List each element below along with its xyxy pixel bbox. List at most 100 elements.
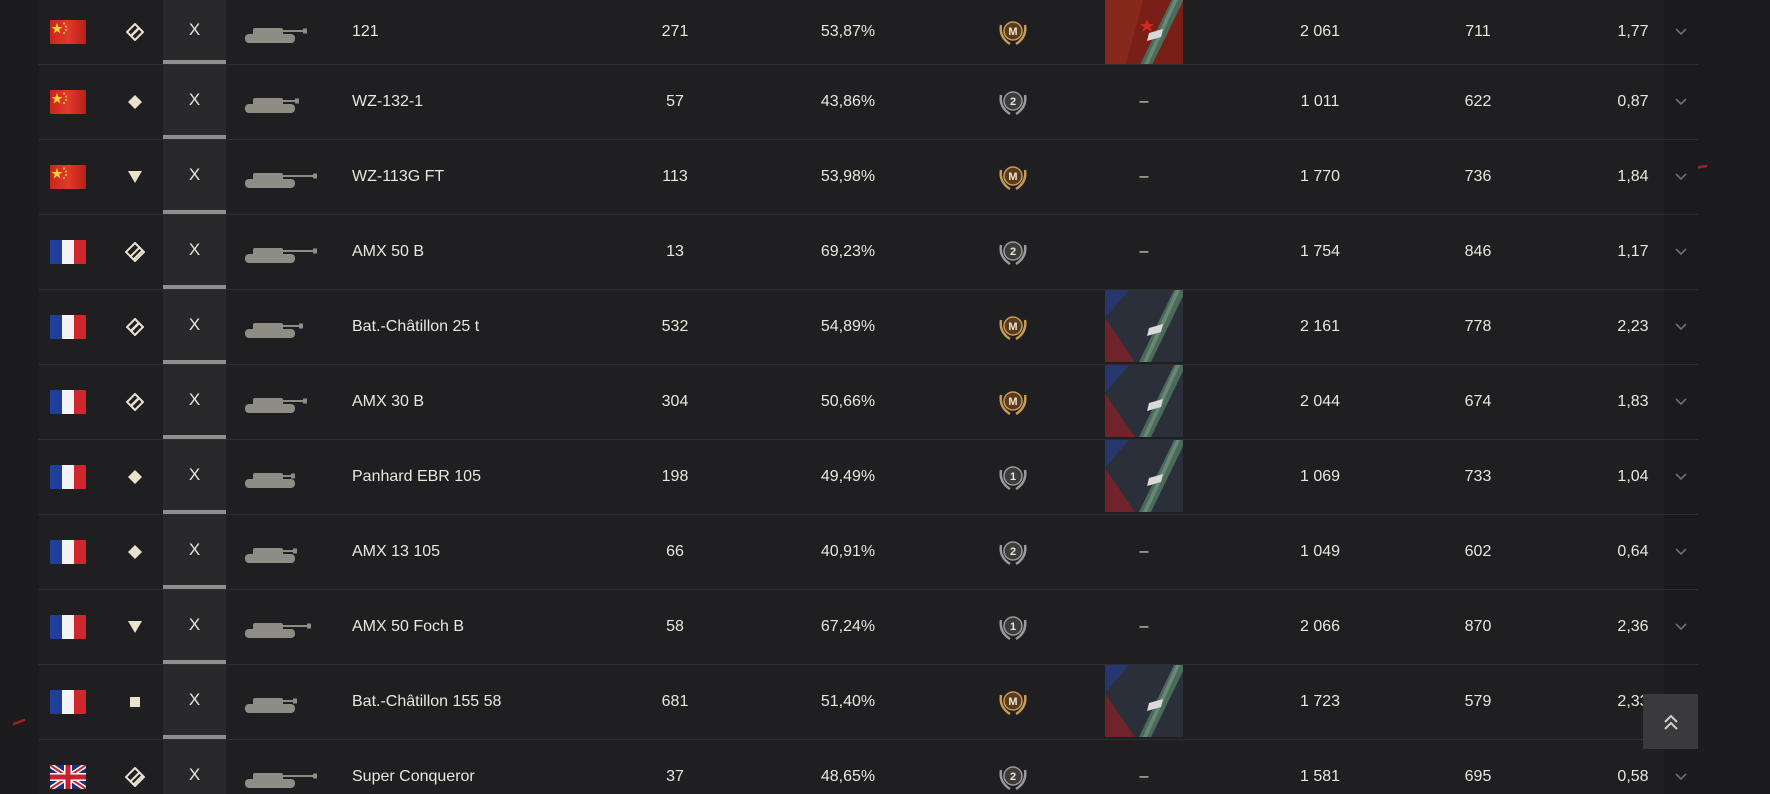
table-row[interactable]: X WZ-132-1 57 43,86% 2 – 1 011 622 0,87: [38, 65, 1698, 140]
chevron-down-icon: [1675, 548, 1687, 556]
win-rate: 49,49%: [820, 468, 876, 485]
camo-cell: [1104, 365, 1184, 439]
mastery-badge-icon: 2: [988, 65, 1038, 139]
table-row[interactable]: X WZ-113G FT 113 53,98% M – 1 770 736 1,84: [38, 140, 1698, 215]
mastery-badge-icon: M: [988, 665, 1038, 739]
camo-cell: –: [1104, 590, 1184, 664]
expand-row-button[interactable]: [1664, 140, 1698, 214]
camo-empty: –: [1139, 618, 1149, 635]
avg-damage: 1 069: [1299, 468, 1341, 485]
table-row[interactable]: X Panhard EBR 105 198 49,49% 1 1 069 733 1,04: [38, 440, 1698, 515]
kill-ratio: 1,83: [1617, 393, 1649, 410]
camo-cell: [1104, 440, 1184, 514]
flag-icon: [50, 615, 86, 639]
win-rate: 53,87%: [820, 23, 876, 40]
flag-icon: [50, 90, 86, 114]
table-row[interactable]: X 121 271 53,87% M 2 061 711 1,77: [38, 0, 1698, 65]
mastery-badge-icon: M: [988, 140, 1038, 214]
mastery-badge-icon: M: [988, 365, 1038, 439]
avg-xp: 846: [1464, 243, 1492, 260]
vehicle-name: AMX 30 B: [352, 393, 425, 410]
chevron-down-icon: [1675, 398, 1687, 406]
tier-label: X: [163, 515, 226, 589]
vehicle-table: X 121 271 53,87% M 2 061 711 1,77 X WZ-132-1 57 43,…: [38, 0, 1698, 794]
camo-emblem-icon: [1105, 440, 1184, 514]
td-icon: [120, 140, 150, 214]
flag-icon: [50, 240, 86, 264]
battles-count: 681: [661, 693, 689, 710]
expand-row-button[interactable]: [1664, 0, 1698, 64]
avg-damage: 2 044: [1299, 393, 1341, 410]
light-tank-icon: [120, 515, 150, 589]
nation-flag: [50, 215, 86, 289]
camo-cell: –: [1104, 215, 1184, 289]
heavy-tank-icon: [120, 740, 150, 794]
tier-label: X: [163, 215, 226, 289]
chevron-down-icon: [1675, 773, 1687, 781]
battles-count: 532: [661, 318, 689, 335]
expand-row-button[interactable]: [1664, 290, 1698, 364]
svg-text:2: 2: [1010, 96, 1016, 108]
table-row[interactable]: X AMX 30 B 304 50,66% M 2 044 674 1,83: [38, 365, 1698, 440]
table-row[interactable]: X AMX 13 105 66 40,91% 2 – 1 049 602 0,64: [38, 515, 1698, 590]
win-rate: 51,40%: [820, 693, 876, 710]
nation-flag: [50, 0, 86, 64]
kill-ratio: 0,87: [1617, 93, 1649, 110]
svg-text:2: 2: [1010, 771, 1016, 783]
camo-cell: [1104, 665, 1184, 739]
expand-row-button[interactable]: [1664, 365, 1698, 439]
camo-empty: –: [1139, 168, 1149, 185]
spg-icon: [120, 665, 150, 739]
avg-damage: 1 754: [1299, 243, 1341, 260]
table-row[interactable]: X AMX 50 Foch B 58 67,24% 1 – 2 066 870 2,36: [38, 590, 1698, 665]
mastery-badge-icon: 2: [988, 740, 1038, 794]
expand-row-button[interactable]: [1664, 215, 1698, 289]
svg-text:1: 1: [1010, 471, 1016, 483]
win-rate: 43,86%: [820, 93, 876, 110]
vehicle-name: Bat.-Châtillon 155 58: [352, 693, 502, 710]
tier-label: X: [163, 290, 226, 364]
avg-xp: 622: [1464, 93, 1492, 110]
table-row[interactable]: X Bat.-Châtillon 25 t 532 54,89% M 2 161 778 2,…: [38, 290, 1698, 365]
avg-xp: 674: [1464, 393, 1492, 410]
chevron-down-icon: [1675, 473, 1687, 481]
battles-count: 113: [662, 168, 688, 185]
expand-row-button[interactable]: [1664, 65, 1698, 139]
tank-silhouette-icon: [243, 665, 333, 739]
medium-tank-icon: [120, 290, 150, 364]
medium-tank-icon: [120, 0, 150, 64]
avg-damage: 2 061: [1299, 23, 1341, 40]
table-row[interactable]: X Super Conqueror 37 48,65% 2–1 581 695 0,58: [38, 740, 1698, 794]
nation-flag: [50, 140, 86, 214]
win-rate: 54,89%: [820, 318, 876, 335]
camo-cell: –: [1104, 515, 1184, 589]
win-rate: 48,65%: [820, 768, 876, 785]
win-rate: 50,66%: [820, 393, 876, 410]
kill-ratio: 2,36: [1617, 618, 1649, 635]
svg-text:M: M: [1008, 396, 1017, 408]
tier-label: X: [163, 590, 226, 664]
battles-count: 58: [666, 618, 684, 635]
svg-text:M: M: [1008, 171, 1017, 183]
table-row[interactable]: X AMX 50 B 13 69,23% 2 – 1 754 846 1,17: [38, 215, 1698, 290]
avg-damage: 2 161: [1299, 318, 1341, 335]
double-chevron-up-icon: [1663, 714, 1678, 730]
vehicle-name: AMX 50 B: [352, 243, 425, 260]
table-row[interactable]: X Bat.-Châtillon 155 58 681 51,40% M 1 723 579…: [38, 665, 1698, 740]
expand-row-button[interactable]: [1664, 440, 1698, 514]
expand-row-button[interactable]: [1664, 590, 1698, 664]
win-rate: 69,23%: [820, 243, 876, 260]
camo-emblem-icon: [1105, 665, 1184, 739]
camo-emblem-icon: [1105, 365, 1184, 439]
avg-xp: 778: [1464, 318, 1492, 335]
kill-ratio: 2,23: [1617, 318, 1649, 335]
chevron-down-icon: [1675, 28, 1687, 36]
scroll-to-top-button[interactable]: [1643, 694, 1698, 749]
camo-empty: –: [1139, 243, 1149, 260]
nation-flag: [50, 515, 86, 589]
tank-silhouette-icon: [243, 290, 333, 364]
vehicle-name: AMX 50 Foch B: [352, 618, 465, 635]
nation-flag: [50, 665, 86, 739]
expand-row-button[interactable]: [1664, 515, 1698, 589]
vehicle-name: WZ-132-1: [352, 93, 424, 110]
